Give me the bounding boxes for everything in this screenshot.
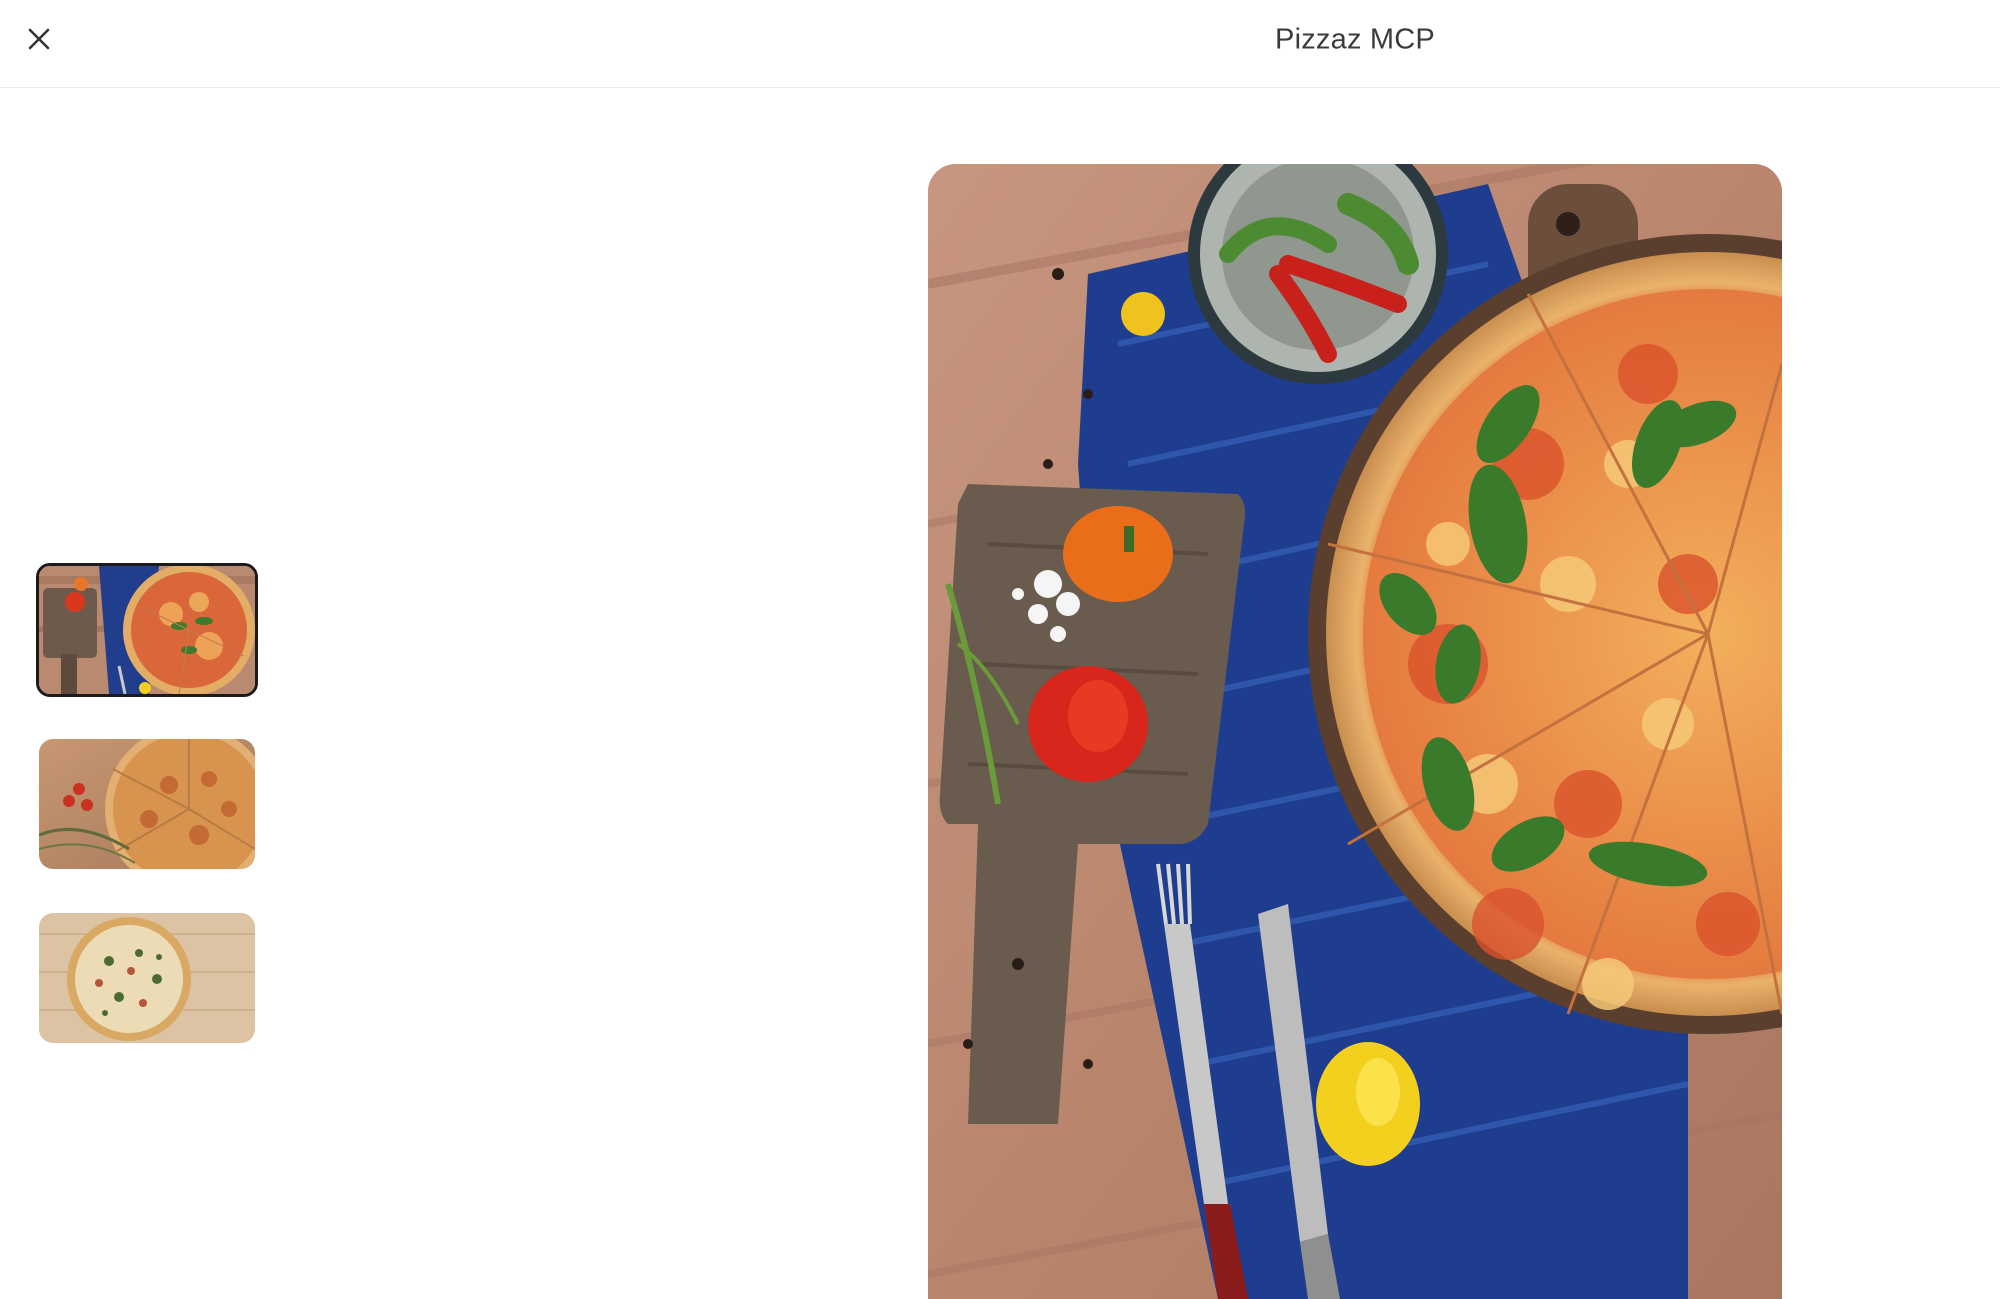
header-bar: Pizzaz MCP <box>0 0 2000 88</box>
page-title: Pizzaz MCP <box>1275 23 1435 56</box>
pizza-on-wood-thumbnail <box>39 913 255 1043</box>
thumbnail-3[interactable] <box>39 913 255 1043</box>
thumbnail-2[interactable] <box>39 739 255 869</box>
pizza-hero-photo <box>928 164 1782 1299</box>
thumbnail-1[interactable] <box>36 563 258 697</box>
hero-image <box>928 164 1782 1299</box>
pizza-with-peppers-thumbnail <box>39 566 255 694</box>
close-icon <box>28 28 50 50</box>
pizza-slices-thumbnail <box>39 739 255 869</box>
close-button[interactable] <box>20 20 58 58</box>
app-window: Pizzaz MCP <box>0 0 2000 1299</box>
